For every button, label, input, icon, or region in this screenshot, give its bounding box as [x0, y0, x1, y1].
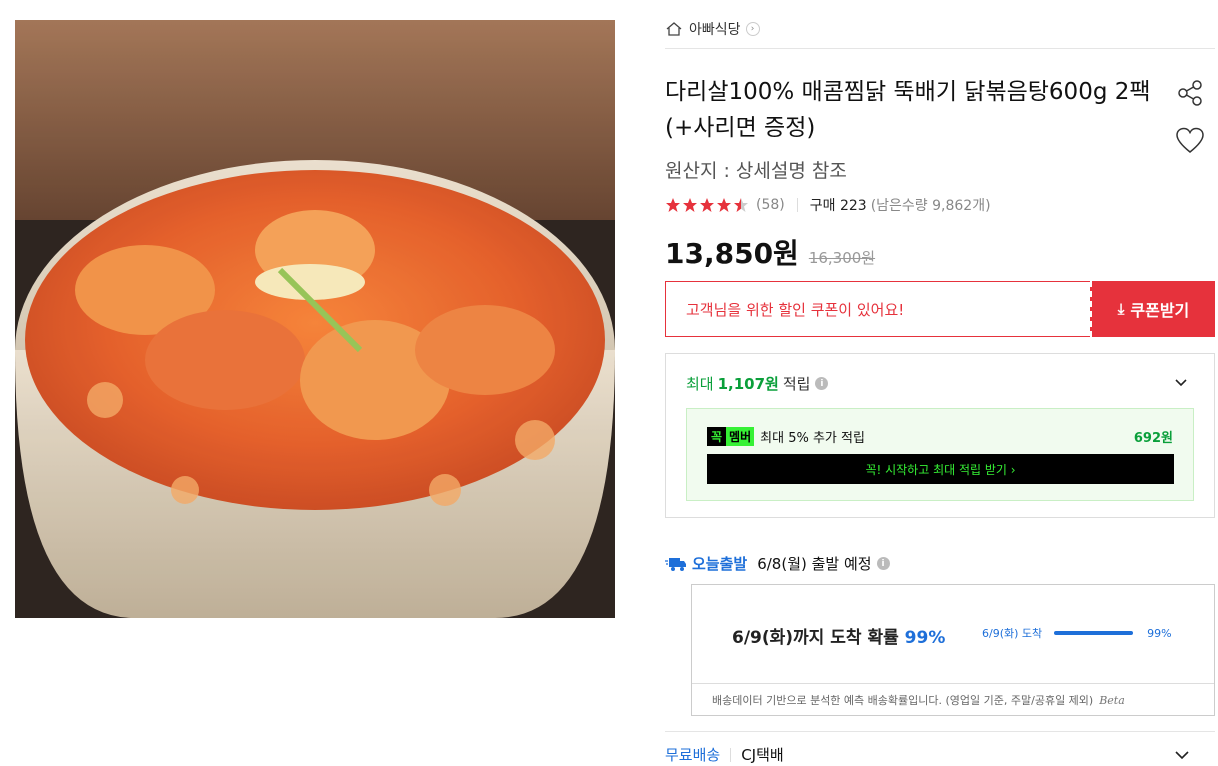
star-icon: [717, 198, 731, 212]
prediction-percent: 99%: [904, 628, 946, 648]
divider: [665, 48, 1215, 49]
remaining-stock: (남은수량 9,862개): [870, 198, 991, 214]
price-row: 13,850원 16,300원: [665, 232, 875, 272]
divider: [730, 747, 732, 762]
product-image[interactable]: [15, 20, 615, 618]
home-icon: [666, 22, 682, 36]
prediction-summary: 6/9(화)까지 도착 확률 99%: [732, 623, 945, 648]
coupon-download-button[interactable]: ⤓ 쿠폰받기: [1090, 281, 1215, 337]
member-amount: 692원: [1133, 431, 1173, 446]
member-badge-label: 멤버: [726, 427, 755, 446]
delivery-info-row[interactable]: 무료배송 CJ택배: [665, 744, 1215, 765]
points-prefix: 최대: [686, 375, 714, 393]
star-icon: [683, 198, 697, 212]
coupon-banner: 고객님을 위한 할인 쿠폰이 있어요! ⤓ 쿠폰받기: [665, 281, 1215, 337]
prediction-graph: 6/9(화) 도착 99%: [982, 625, 1172, 641]
today-dispatch-badge: 오늘출발: [692, 555, 748, 573]
graph-percent: 99%: [1147, 626, 1172, 640]
product-origin: 원산지 : 상세설명 참조: [665, 160, 847, 182]
prediction-text: 6/9(화)까지 도착 확률: [732, 628, 899, 648]
member-join-button[interactable]: 꼭! 시작하고 최대 적립 받기 ›: [707, 454, 1174, 484]
star-icon: [666, 198, 680, 212]
chevron-down-icon[interactable]: [1173, 746, 1191, 764]
footnote-text: 배송데이터 기반으로 분석한 예측 배송확률입니다. (영업일 기준, 주말/공…: [712, 694, 1094, 707]
info-icon[interactable]: i: [815, 377, 829, 390]
chevron-down-icon[interactable]: [1172, 374, 1190, 392]
star-half-icon: [734, 198, 748, 212]
carrier-label: CJ택배: [741, 746, 784, 764]
info-icon[interactable]: i: [876, 557, 890, 570]
member-row: 꼭 멤버 최대 5% 추가 적립 692원: [707, 427, 1173, 446]
dispatch-schedule: 6/8(월) 출발 예정: [757, 555, 872, 573]
heart-icon[interactable]: [1175, 126, 1205, 156]
member-badge: 꼭: [707, 427, 727, 446]
member-box: 꼭 멤버 최대 5% 추가 적립 692원 꼭! 시작하고 최대 적립 받기 ›: [686, 408, 1194, 501]
probability-bar: [1054, 631, 1134, 635]
points-suffix: 적립: [782, 375, 811, 393]
prediction-footnote: 배송데이터 기반으로 분석한 예측 배송확률입니다. (영업일 기준, 주말/공…: [692, 683, 1214, 716]
store-link[interactable]: 아빠식당 ›: [665, 18, 760, 40]
free-shipping-label: 무료배송: [665, 746, 721, 764]
rating-row: (58) 구매 223 (남은수량 9,862개): [665, 194, 991, 216]
coupon-button-label: 쿠폰받기: [1130, 301, 1190, 320]
points-amount: 1,107원: [717, 375, 779, 393]
coupon-message: 고객님을 위한 할인 쿠폰이 있어요!: [665, 281, 1090, 337]
product-title: 다리살100% 매콤찜닭 뚝배기 닭볶음탕600g 2팩(+사리면 증정): [665, 79, 1151, 141]
shipping-header: 오늘출발 6/8(월) 출발 예정 i: [665, 553, 890, 574]
member-text: 최대 5% 추가 적립: [760, 431, 865, 446]
review-count[interactable]: (58): [756, 197, 785, 213]
divider: [796, 198, 798, 212]
delivery-prediction: 6/9(화)까지 도착 확률 99% 6/9(화) 도착 99% 배송데이터 기…: [691, 584, 1215, 716]
divider: [665, 731, 1215, 732]
truck-icon: [665, 557, 686, 571]
points-panel: 최대 1,107원 적립 i 꼭 멤버 최대 5% 추가 적립 692원 꼭! 시…: [665, 353, 1215, 518]
beta-label: Beta: [1099, 693, 1125, 707]
sale-price: 13,850원: [665, 237, 799, 270]
original-price: 16,300원: [808, 249, 876, 267]
points-summary[interactable]: 최대 1,107원 적립 i: [686, 373, 829, 394]
store-name: 아빠식당: [689, 22, 741, 38]
product-info: 아빠식당 › 다리살100% 매콤찜닭 뚝배기 닭볶음탕600g 2팩(+사리면…: [665, 0, 1215, 766]
graph-label: 6/9(화) 도착: [982, 627, 1043, 640]
chevron-right-icon: ›: [745, 22, 760, 36]
download-icon: ⤓: [1117, 300, 1125, 318]
star-rating[interactable]: [665, 197, 750, 213]
share-icon[interactable]: [1175, 78, 1205, 108]
star-icon: [700, 198, 714, 212]
purchase-count: 구매 223: [809, 198, 867, 214]
